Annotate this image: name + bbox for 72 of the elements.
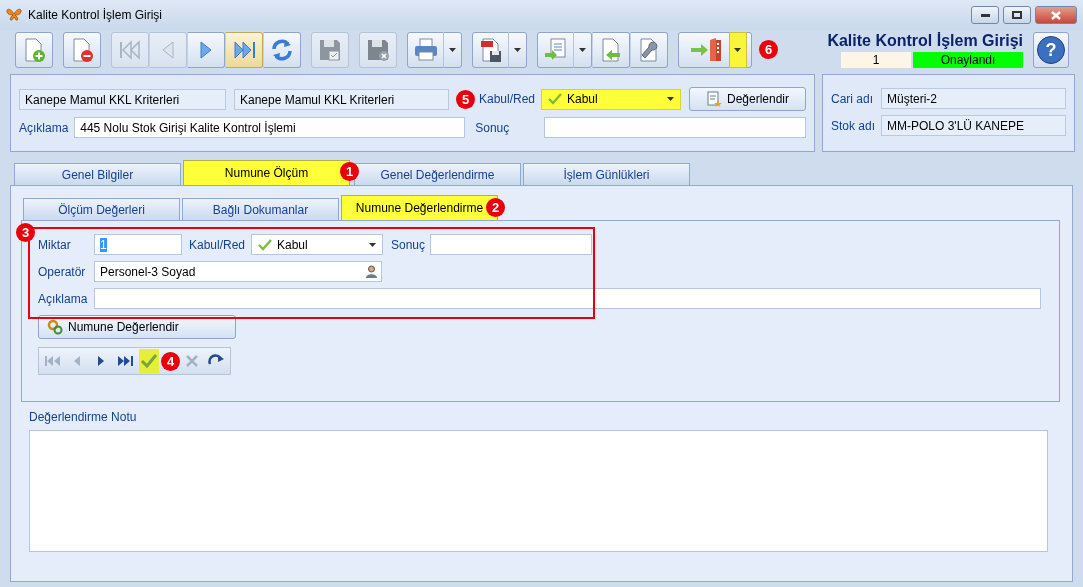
annotation-badge: 4 xyxy=(161,351,180,371)
text-field[interactable]: 445 Nolu Stok Girişi Kalite Kontrol İşlemi xyxy=(74,117,466,138)
toolbar-button[interactable] xyxy=(63,32,101,68)
toolbar-button[interactable] xyxy=(472,32,527,68)
lookup-field[interactable]: Personel-3 Soyad xyxy=(94,261,382,282)
evaluate-button[interactable]: Değerlendir xyxy=(689,87,806,111)
field-label: Sonuç xyxy=(475,120,511,135)
field-label: Kabul/Red xyxy=(189,237,247,252)
tab[interactable]: Ölçüm Değerleri xyxy=(23,198,180,220)
text-field[interactable] xyxy=(430,234,592,255)
toolbar-button[interactable] xyxy=(263,32,301,68)
text-field[interactable]: Müşteri-2 xyxy=(881,88,1066,109)
check-icon xyxy=(258,238,272,251)
field-label: Stok adı xyxy=(831,118,877,133)
evaluate-sample-button[interactable]: Numune Değerlendir xyxy=(38,315,236,339)
form-title: Kalite Kontrol İşlem Girişi xyxy=(827,32,1023,50)
toolbar-button[interactable] xyxy=(630,32,668,68)
field-label: Sonuç xyxy=(391,237,427,252)
notes-label: Değerlendirme Notu xyxy=(29,410,137,424)
printer-icon xyxy=(413,37,439,63)
check-icon xyxy=(140,353,158,369)
tab[interactable]: Bağlı Dokumanlar xyxy=(182,198,339,220)
field-label: Kabul/Red xyxy=(479,92,537,106)
pdf-disk-icon xyxy=(478,37,504,63)
annotation-badge: 5 xyxy=(456,89,475,109)
caret-icon xyxy=(667,97,674,101)
toolbar-button[interactable] xyxy=(407,32,462,68)
maximize-button[interactable] xyxy=(1003,6,1031,24)
toolbar-button[interactable] xyxy=(225,32,263,68)
field-label: Cari adı xyxy=(831,91,875,106)
text-field[interactable]: Kanepe Mamul KKL Kriterleri xyxy=(19,88,226,110)
restore-icon xyxy=(1012,11,1022,19)
last-record-icon xyxy=(116,353,134,369)
text-field[interactable] xyxy=(544,117,806,138)
field-label: Açıklama xyxy=(38,291,89,306)
first-record-icon xyxy=(44,353,62,369)
export-document-icon xyxy=(543,37,569,63)
minimize-button[interactable] xyxy=(971,6,999,24)
check-icon xyxy=(548,93,562,105)
minimize-icon xyxy=(980,13,990,17)
text-field[interactable]: Kanepe Mamul KKL Kriterleri xyxy=(234,88,449,110)
field-label: Miktar xyxy=(38,237,72,252)
text-field[interactable] xyxy=(94,288,1041,309)
dropdown-field[interactable]: Kabul xyxy=(251,234,383,255)
text-field[interactable]: MM-POLO 3'LÜ KANEPE xyxy=(881,115,1066,136)
status-label: Onaylandı xyxy=(913,52,1023,68)
caret-icon xyxy=(734,48,741,52)
tab[interactable]: Genel Değerlendirme xyxy=(354,163,521,185)
notes-field[interactable] xyxy=(29,430,1048,552)
caret-icon xyxy=(449,48,456,52)
first-record-icon xyxy=(117,37,143,63)
annotation-badge: 6 xyxy=(759,40,778,59)
butterfly-icon xyxy=(6,8,22,22)
person-icon xyxy=(365,265,378,278)
field-label: Açıklama xyxy=(19,120,70,135)
cross-icon xyxy=(186,355,198,367)
dropdown-button[interactable] xyxy=(728,32,747,68)
annotation-badge: 3 xyxy=(16,223,35,242)
caret-icon xyxy=(579,48,586,52)
caret-icon xyxy=(514,48,521,52)
help-button[interactable]: ? xyxy=(1033,32,1069,68)
close-icon xyxy=(1051,10,1061,20)
dropdown-field[interactable]: Kabul xyxy=(541,88,681,110)
field-label: Operatör xyxy=(38,264,87,279)
refresh-icon xyxy=(269,37,295,63)
tab[interactable]: İşlem Günlükleri xyxy=(523,163,690,185)
tab[interactable]: Genel Bilgiler xyxy=(14,163,181,185)
toolbar-button[interactable] xyxy=(678,32,752,68)
window-title: Kalite Kontrol İşlem Girişi xyxy=(28,8,164,22)
caret-icon xyxy=(369,242,376,247)
close-button[interactable] xyxy=(1035,6,1077,24)
record-number: 1 xyxy=(841,52,911,68)
